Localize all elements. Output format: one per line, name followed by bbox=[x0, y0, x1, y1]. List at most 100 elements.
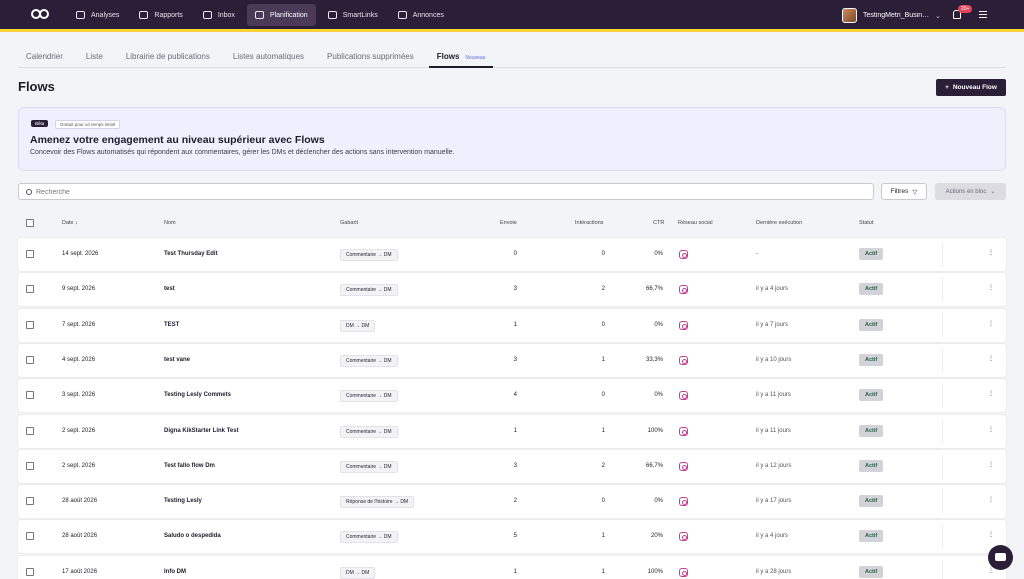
table-row[interactable]: 28 août 2026 Testing Lesly Réponse de l'hi… bbox=[18, 485, 1006, 519]
row-template: Commentaire → DM bbox=[340, 354, 398, 367]
status-badge: Actif bbox=[859, 565, 884, 578]
column-divider bbox=[942, 277, 943, 303]
bulk-actions-button[interactable]: Actions en bloc ⌄ bbox=[935, 183, 1006, 200]
row-checkbox[interactable] bbox=[26, 461, 34, 470]
instagram-icon bbox=[679, 391, 688, 401]
header-status: Statut bbox=[859, 220, 874, 226]
row-interactions: 2 bbox=[601, 462, 605, 469]
table-row[interactable]: 7 sept. 2026 TEST DM → DM 1 0 0% il y a 7 jour… bbox=[18, 308, 1006, 342]
row-interactions: 0 bbox=[601, 251, 605, 257]
row-checkbox[interactable] bbox=[26, 426, 34, 435]
new-flow-button[interactable]: + Nouveau Flow bbox=[936, 79, 1006, 96]
tab-calendrier[interactable]: Calendrier bbox=[18, 52, 71, 68]
header-date[interactable]: Date ↓ bbox=[62, 220, 78, 226]
account-name: TestingMetri_Busin… bbox=[863, 12, 929, 19]
search-input[interactable] bbox=[36, 186, 856, 198]
row-checkbox[interactable] bbox=[26, 285, 34, 294]
table-row[interactable]: 2 sept. 2026 Digna KikStarter Link Test Co… bbox=[18, 414, 1006, 448]
tab-publications-supprimees[interactable]: Publications supprimées bbox=[319, 52, 422, 68]
table-row[interactable]: 3 sept. 2026 Testing Lesly Commets Comment… bbox=[18, 379, 1006, 413]
row-checkbox[interactable] bbox=[26, 250, 34, 258]
row-ctr: 0% bbox=[654, 392, 663, 399]
status-badge: Actif bbox=[859, 318, 884, 331]
row-flow-name[interactable]: TEST bbox=[164, 322, 179, 328]
table-row[interactable]: 4 sept. 2026 test vane Commentaire → DM 3 1 3… bbox=[18, 343, 1006, 377]
row-last-run: il y a 4 jours bbox=[756, 533, 789, 540]
account-switcher[interactable]: TestingMetri_Busin… ⌄ bbox=[842, 8, 941, 23]
nav-inbox[interactable]: Inbox bbox=[195, 4, 243, 26]
row-date: 28 août 2026 bbox=[62, 498, 98, 505]
row-date: 4 sept. 2026 bbox=[62, 356, 96, 363]
nav-smartlinks[interactable]: SmartLinks bbox=[320, 4, 386, 26]
table-row[interactable]: 14 sept. 2026 Test Thursday Edit Commentai… bbox=[18, 238, 1006, 271]
metricool-logo[interactable] bbox=[31, 9, 49, 21]
row-flow-name[interactable]: Test Thursday Edit bbox=[164, 251, 218, 257]
row-checkbox[interactable] bbox=[26, 497, 34, 506]
table-row[interactable]: 2 sept. 2026 Test fallo flow Dm Commentair… bbox=[18, 449, 1006, 483]
tab-librairie[interactable]: Librairie de publications bbox=[118, 52, 218, 68]
row-flow-name[interactable]: test bbox=[164, 286, 175, 292]
row-interactions: 1 bbox=[601, 533, 605, 540]
row-template: Réponse de l'histoire → DM bbox=[340, 496, 415, 509]
header-date-label: Date bbox=[62, 220, 74, 226]
nav-planification[interactable]: Planification bbox=[246, 4, 316, 26]
table-row[interactable]: 17 août 2026 Info DM DM → DM 1 1 100% il y a 2… bbox=[18, 555, 1006, 579]
more-options-icon[interactable]: ⋮ bbox=[988, 249, 994, 256]
row-date: 2 sept. 2026 bbox=[62, 427, 96, 434]
column-divider bbox=[942, 559, 943, 579]
row-ctr: 0% bbox=[654, 498, 663, 505]
instagram-icon bbox=[679, 461, 688, 471]
status-badge: Actif bbox=[859, 459, 884, 472]
column-divider bbox=[942, 347, 943, 373]
table-row[interactable]: 9 sept. 2026 test Commentaire → DM 3 2 66,7% i… bbox=[18, 273, 1006, 307]
row-ctr: 100% bbox=[647, 427, 663, 434]
chat-support-button[interactable] bbox=[988, 545, 1013, 570]
select-all-checkbox[interactable] bbox=[26, 219, 34, 227]
tab-listes-automatiques[interactable]: Listes automatiques bbox=[225, 52, 312, 68]
row-flow-name[interactable]: Saludo o despedida bbox=[164, 533, 221, 539]
row-template: Commentaire → DM bbox=[340, 284, 398, 297]
row-date: 9 sept. 2026 bbox=[62, 286, 96, 293]
more-options-icon[interactable]: ⋮ bbox=[988, 390, 994, 397]
row-interactions: 1 bbox=[601, 427, 605, 434]
row-sent: 2 bbox=[513, 498, 517, 505]
more-options-icon[interactable]: ⋮ bbox=[988, 531, 994, 538]
row-flow-name[interactable]: Testing Lesly bbox=[164, 498, 202, 504]
beta-badge: Bêta bbox=[31, 120, 49, 127]
status-badge: Actif bbox=[859, 248, 884, 260]
row-flow-name[interactable]: test vane bbox=[164, 357, 190, 363]
nav-rapports[interactable]: Rapports bbox=[131, 4, 190, 26]
calendar-icon bbox=[254, 11, 264, 19]
more-options-icon[interactable]: ⋮ bbox=[988, 461, 994, 468]
row-date: 3 sept. 2026 bbox=[62, 392, 96, 399]
row-checkbox[interactable] bbox=[26, 532, 34, 541]
row-flow-name[interactable]: Testing Lesly Commets bbox=[164, 392, 231, 398]
more-options-icon[interactable]: ⋮ bbox=[988, 496, 994, 503]
more-options-icon[interactable]: ⋮ bbox=[988, 284, 994, 291]
row-flow-name[interactable]: Info DM bbox=[164, 569, 186, 575]
instagram-icon bbox=[679, 567, 688, 577]
row-flow-name[interactable]: Digna KikStarter Link Test bbox=[164, 428, 239, 434]
row-date: 28 août 2026 bbox=[62, 533, 98, 540]
row-sent: 3 bbox=[513, 286, 517, 293]
menu-icon[interactable] bbox=[979, 11, 987, 20]
tab-flows[interactable]: Flows Nouveau bbox=[428, 52, 494, 68]
row-template: Commentaire → DM bbox=[340, 425, 398, 438]
row-checkbox[interactable] bbox=[26, 567, 34, 576]
row-checkbox[interactable] bbox=[26, 355, 34, 364]
row-sent: 3 bbox=[513, 356, 517, 363]
row-last-run: il y a 4 jours bbox=[756, 286, 789, 293]
instagram-icon bbox=[679, 497, 688, 507]
filters-button[interactable]: Filtres ▽ bbox=[881, 183, 927, 200]
row-flow-name[interactable]: Test fallo flow Dm bbox=[164, 463, 215, 469]
nav-analyses[interactable]: Analyses bbox=[68, 4, 127, 26]
row-checkbox[interactable] bbox=[26, 391, 34, 400]
table-row[interactable]: 28 août 2026 Saludo o despedida Commentair… bbox=[18, 520, 1006, 554]
tab-liste[interactable]: Liste bbox=[78, 52, 111, 68]
nav-annonces[interactable]: Annonces bbox=[390, 4, 452, 26]
more-options-icon[interactable]: ⋮ bbox=[988, 355, 994, 362]
row-checkbox[interactable] bbox=[26, 320, 34, 329]
more-options-icon[interactable]: ⋮ bbox=[988, 426, 994, 433]
more-options-icon[interactable]: ⋮ bbox=[988, 320, 994, 327]
new-flow-label: Nouveau Flow bbox=[952, 84, 997, 91]
